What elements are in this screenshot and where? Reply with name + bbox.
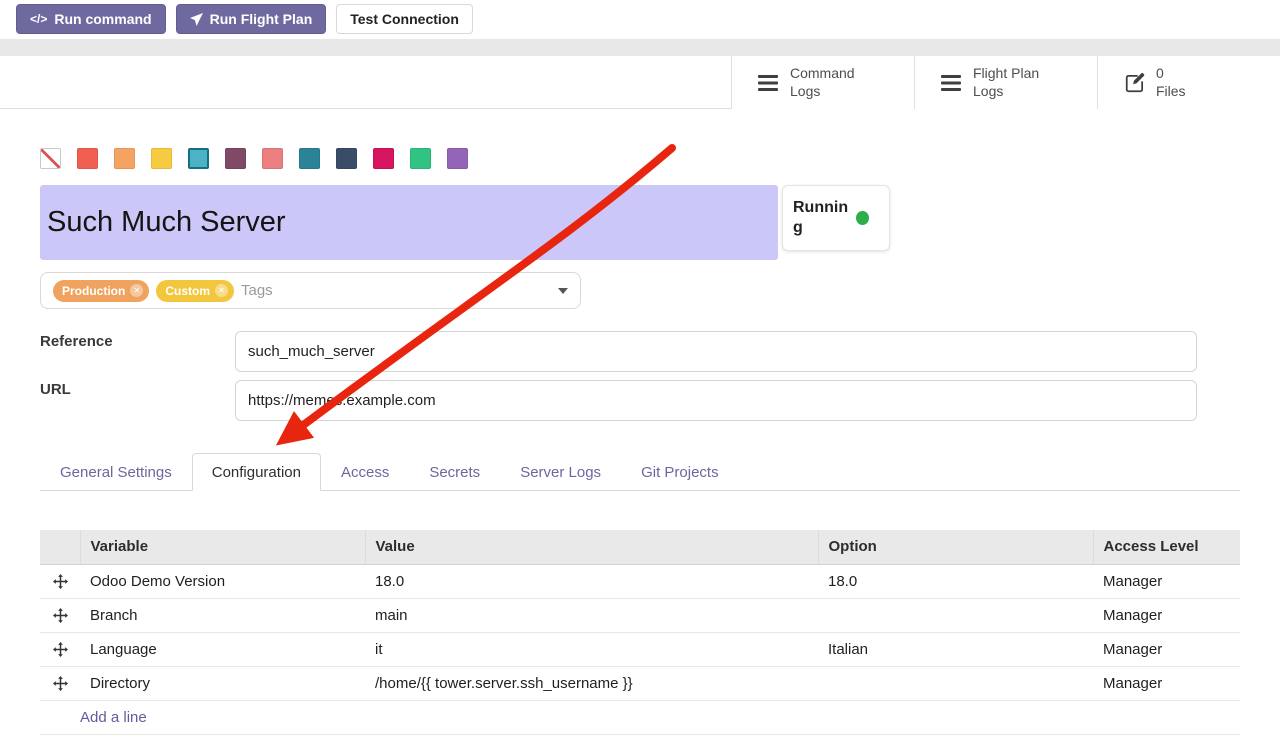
remove-tag-icon[interactable]: ✕ <box>215 284 228 297</box>
access-level-cell[interactable]: Manager <box>1093 598 1240 632</box>
tags-placeholder: Tags <box>241 282 273 299</box>
add-a-line-link[interactable]: Add a line <box>40 700 1240 734</box>
test-connection-button[interactable]: Test Connection <box>336 4 473 34</box>
access-level-cell[interactable]: Manager <box>1093 564 1240 598</box>
option-cell[interactable] <box>818 666 1093 700</box>
access-level-cell[interactable]: Manager <box>1093 632 1240 666</box>
files-button[interactable]: 0 Files <box>1097 56 1280 109</box>
tag-production[interactable]: Production ✕ <box>53 280 149 302</box>
tab-git-projects[interactable]: Git Projects <box>621 453 739 491</box>
flight-plan-logs-button[interactable]: Flight Plan Logs <box>914 56 1097 109</box>
option-cell[interactable]: 18.0 <box>818 564 1093 598</box>
tag-production-label: Production <box>62 284 125 298</box>
action-toolbar: </> Run command Run Flight Plan Test Con… <box>16 4 473 34</box>
color-swatch-purple[interactable] <box>225 148 246 169</box>
color-swatch-yellow[interactable] <box>151 148 172 169</box>
stat-button-group: Command Logs Flight Plan Logs <box>731 56 1280 109</box>
option-column-header[interactable]: Option <box>818 530 1093 564</box>
server-name-input[interactable]: Such Much Server <box>40 185 778 260</box>
table-row[interactable]: Directory /home/{{ tower.server.ssh_user… <box>40 666 1240 700</box>
color-swatch-orange[interactable] <box>114 148 135 169</box>
color-swatch-teal[interactable] <box>299 148 320 169</box>
table-row[interactable]: Language it Italian Manager <box>40 632 1240 666</box>
status-badge[interactable]: Running <box>782 185 890 251</box>
value-cell[interactable]: 18.0 <box>365 564 818 598</box>
run-command-label: Run command <box>54 11 151 27</box>
reference-input[interactable] <box>235 331 1197 372</box>
command-logs-button[interactable]: Command Logs <box>731 56 914 109</box>
server-name-text: Such Much Server <box>47 206 286 239</box>
configuration-table: Variable Value Option Access Level Odoo … <box>40 530 1240 735</box>
table-row[interactable]: Branch main Manager <box>40 598 1240 632</box>
chevron-down-icon[interactable] <box>558 288 568 294</box>
test-connection-label: Test Connection <box>350 11 459 27</box>
value-cell[interactable]: main <box>365 598 818 632</box>
value-cell[interactable]: it <box>365 632 818 666</box>
tab-access[interactable]: Access <box>321 453 409 491</box>
color-swatch-red[interactable] <box>77 148 98 169</box>
value-cell[interactable]: /home/{{ tower.server.ssh_username }} <box>365 666 818 700</box>
tab-configuration[interactable]: Configuration <box>192 453 321 491</box>
option-cell[interactable]: Italian <box>818 632 1093 666</box>
list-icon <box>758 74 780 92</box>
status-label: Running <box>793 198 849 238</box>
tab-server-logs[interactable]: Server Logs <box>500 453 621 491</box>
color-swatch-almond[interactable] <box>262 148 283 169</box>
tag-custom[interactable]: Custom ✕ <box>156 280 234 302</box>
status-dot-icon <box>856 211 869 225</box>
tag-custom-label: Custom <box>165 284 210 298</box>
run-flight-plan-label: Run Flight Plan <box>210 11 313 27</box>
tab-secrets[interactable]: Secrets <box>409 453 500 491</box>
command-logs-label: Command Logs <box>790 65 855 100</box>
remove-tag-icon[interactable]: ✕ <box>130 284 143 297</box>
add-line-row: Add a line <box>40 700 1240 734</box>
color-palette <box>40 148 468 169</box>
reference-label: Reference <box>40 333 113 350</box>
table-header-row: Variable Value Option Access Level <box>40 530 1240 564</box>
edit-icon <box>1124 72 1146 94</box>
tab-general-settings[interactable]: General Settings <box>40 453 192 491</box>
color-swatch-cyan-selected[interactable] <box>188 148 209 169</box>
variable-cell[interactable]: Odoo Demo Version <box>80 564 365 598</box>
handle-column-header <box>40 530 80 564</box>
variable-cell[interactable]: Directory <box>80 666 365 700</box>
drag-handle-icon[interactable] <box>40 666 80 700</box>
url-input[interactable] <box>235 380 1197 421</box>
run-flight-plan-button[interactable]: Run Flight Plan <box>176 4 327 34</box>
color-swatch-raspberry[interactable] <box>373 148 394 169</box>
color-swatch-violet[interactable] <box>447 148 468 169</box>
form-header: Command Logs Flight Plan Logs <box>0 56 1280 109</box>
value-column-header[interactable]: Value <box>365 530 818 564</box>
list-icon <box>941 74 963 92</box>
server-form-screen: </> Run command Run Flight Plan Test Con… <box>0 0 1280 742</box>
files-label: 0 Files <box>1156 65 1186 100</box>
table-row[interactable]: Odoo Demo Version 18.0 18.0 Manager <box>40 564 1240 598</box>
notebook-tabs: General Settings Configuration Access Se… <box>40 453 1240 491</box>
run-command-button[interactable]: </> Run command <box>16 4 166 34</box>
url-label: URL <box>40 381 71 398</box>
drag-handle-icon[interactable] <box>40 564 80 598</box>
color-swatch-blue[interactable] <box>336 148 357 169</box>
access-level-column-header[interactable]: Access Level <box>1093 530 1240 564</box>
variable-column-header[interactable]: Variable <box>80 530 365 564</box>
drag-handle-icon[interactable] <box>40 598 80 632</box>
divider-strip <box>0 39 1280 56</box>
drag-handle-icon[interactable] <box>40 632 80 666</box>
tags-field[interactable]: Production ✕ Custom ✕ Tags <box>40 272 581 309</box>
variable-cell[interactable]: Language <box>80 632 365 666</box>
variable-cell[interactable]: Branch <box>80 598 365 632</box>
paper-plane-icon <box>190 13 203 26</box>
code-icon: </> <box>30 12 47 26</box>
option-cell[interactable] <box>818 598 1093 632</box>
color-swatch-none[interactable] <box>40 148 61 169</box>
access-level-cell[interactable]: Manager <box>1093 666 1240 700</box>
color-swatch-green[interactable] <box>410 148 431 169</box>
flight-plan-logs-label: Flight Plan Logs <box>973 65 1039 100</box>
